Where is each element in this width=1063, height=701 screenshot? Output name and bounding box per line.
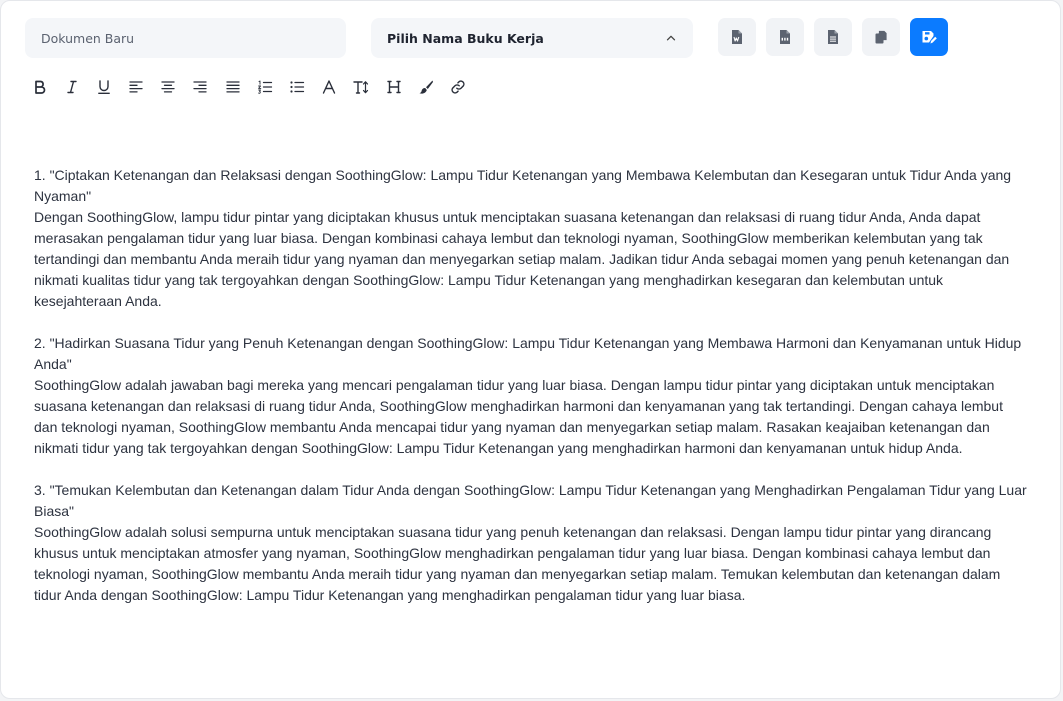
link-icon xyxy=(451,80,465,94)
unordered-list-button[interactable] xyxy=(287,75,308,99)
paragraph-body: Dengan SoothingGlow, lampu tidur pintar … xyxy=(34,209,1010,309)
pdf-file-icon xyxy=(780,30,790,44)
copy-icon xyxy=(875,30,888,44)
align-center-icon xyxy=(161,81,175,93)
align-right-button[interactable] xyxy=(190,75,211,99)
font-size-icon xyxy=(353,81,369,94)
save-edit-icon xyxy=(922,31,937,44)
ordered-list-icon xyxy=(257,80,272,94)
bold-button[interactable] xyxy=(29,75,50,99)
top-bar: Pilih Nama Buku Kerja xyxy=(25,18,1040,58)
copy-button[interactable] xyxy=(862,18,900,56)
chevron-up-icon xyxy=(666,35,676,41)
paragraph: 3. "Temukan Kelembutan dan Ketenangan da… xyxy=(34,480,1029,606)
editor-card: Pilih Nama Buku Kerja xyxy=(0,0,1061,699)
workbook-select-label: Pilih Nama Buku Kerja xyxy=(387,30,544,46)
export-text-button[interactable] xyxy=(814,18,852,56)
save-button[interactable] xyxy=(910,18,948,56)
font-color-icon xyxy=(322,80,336,94)
paragraph: 2. "Hadirkan Suasana Tidur yang Penuh Ke… xyxy=(34,333,1029,459)
paragraph-title: 2. "Hadirkan Suasana Tidur yang Penuh Ke… xyxy=(34,335,1022,372)
link-button[interactable] xyxy=(447,75,468,99)
brush-icon xyxy=(419,80,433,94)
justify-button[interactable] xyxy=(222,75,243,99)
document-editor[interactable]: 1. "Ciptakan Ketenangan dan Relaksasi de… xyxy=(34,165,1029,627)
align-center-button[interactable] xyxy=(158,75,179,99)
unordered-list-icon xyxy=(290,81,305,93)
heading-icon xyxy=(386,80,401,94)
justify-icon xyxy=(225,81,240,93)
align-right-icon xyxy=(193,81,208,93)
italic-button[interactable] xyxy=(61,75,82,99)
paragraph-body: SoothingGlow adalah solusi sempurna untu… xyxy=(34,524,1001,603)
bold-icon xyxy=(34,80,45,94)
italic-icon xyxy=(66,80,77,94)
text-file-icon xyxy=(828,30,838,44)
highlight-brush-button[interactable] xyxy=(415,75,436,99)
export-word-button[interactable] xyxy=(718,18,756,56)
paragraph: 1. "Ciptakan Ketenangan dan Relaksasi de… xyxy=(34,165,1029,312)
align-left-button[interactable] xyxy=(126,75,147,99)
word-file-icon xyxy=(732,30,742,44)
underline-button[interactable] xyxy=(93,75,114,99)
paragraph-title: 1. "Ciptakan Ketenangan dan Relaksasi de… xyxy=(34,167,1012,204)
align-left-icon xyxy=(129,81,143,93)
paragraph-body: SoothingGlow adalah jawaban bagi mereka … xyxy=(34,377,1003,456)
ordered-list-button[interactable] xyxy=(254,75,275,99)
paragraph-title: 3. "Temukan Kelembutan dan Ketenangan da… xyxy=(34,482,1027,519)
format-toolbar xyxy=(29,75,480,99)
export-pdf-button[interactable] xyxy=(766,18,804,56)
font-size-button[interactable] xyxy=(351,75,372,99)
heading-button[interactable] xyxy=(383,75,404,99)
document-name-input[interactable] xyxy=(25,18,346,58)
underline-icon xyxy=(97,80,110,94)
workbook-select[interactable]: Pilih Nama Buku Kerja xyxy=(371,18,693,58)
font-color-button[interactable] xyxy=(319,75,340,99)
